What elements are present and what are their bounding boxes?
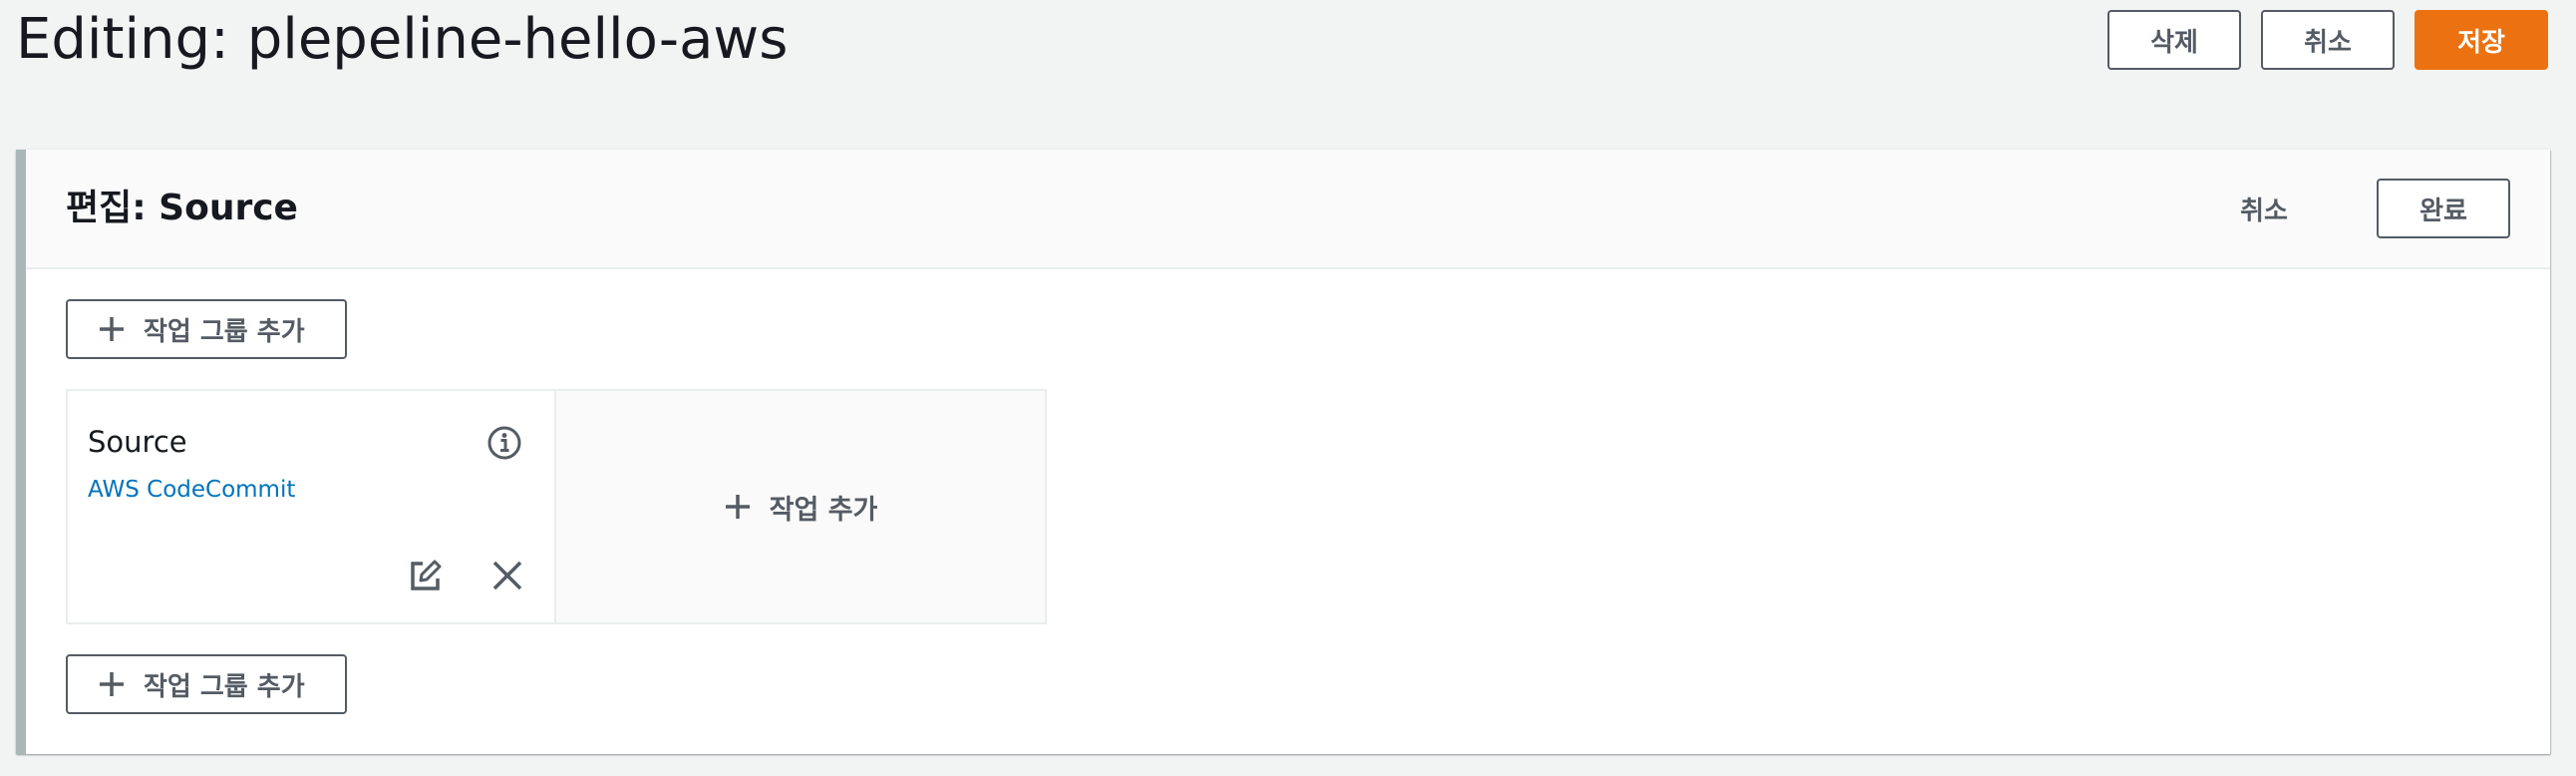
action-card: Source AWS CodeCommit <box>68 391 556 622</box>
cancel-button[interactable]: 취소 <box>2261 10 2395 70</box>
add-action-button[interactable]: 작업 추가 <box>556 391 1045 622</box>
plus-icon <box>100 672 124 696</box>
stage-title: 편집: Source <box>66 188 298 228</box>
plus-icon <box>725 495 750 519</box>
add-action-group-label: 작업 그룹 추가 <box>144 671 305 702</box>
stage-done-button[interactable]: 완료 <box>2377 179 2510 238</box>
save-button[interactable]: 저장 <box>2415 10 2548 70</box>
delete-button[interactable]: 삭제 <box>2107 10 2241 70</box>
add-action-group-label: 작업 그룹 추가 <box>144 316 305 347</box>
stage-header: 편집: Source 취소 완료 <box>26 150 2550 269</box>
stage-edit-panel: 편집: Source 취소 완료 작업 그룹 추가 Source AWS Cod… <box>16 150 2550 754</box>
close-icon[interactable] <box>490 559 524 592</box>
add-action-group-button-top[interactable]: 작업 그룹 추가 <box>66 299 347 359</box>
edit-icon[interactable] <box>409 559 443 592</box>
page-title: Editing: plepeline-hello-aws <box>16 7 789 72</box>
action-name: Source <box>88 425 187 459</box>
stage-cancel-button[interactable]: 취소 <box>2197 179 2331 238</box>
action-provider-link[interactable]: AWS CodeCommit <box>88 477 295 503</box>
action-group: Source AWS CodeCommit 작업 추가 <box>66 389 1047 624</box>
info-icon[interactable] <box>486 425 522 461</box>
stage-actions: 취소 완료 <box>2197 179 2510 238</box>
header-actions: 삭제 취소 저장 <box>2107 10 2548 70</box>
add-action-group-button-bottom[interactable]: 작업 그룹 추가 <box>66 654 347 714</box>
plus-icon <box>100 317 124 341</box>
add-action-label: 작업 추가 <box>769 494 878 526</box>
